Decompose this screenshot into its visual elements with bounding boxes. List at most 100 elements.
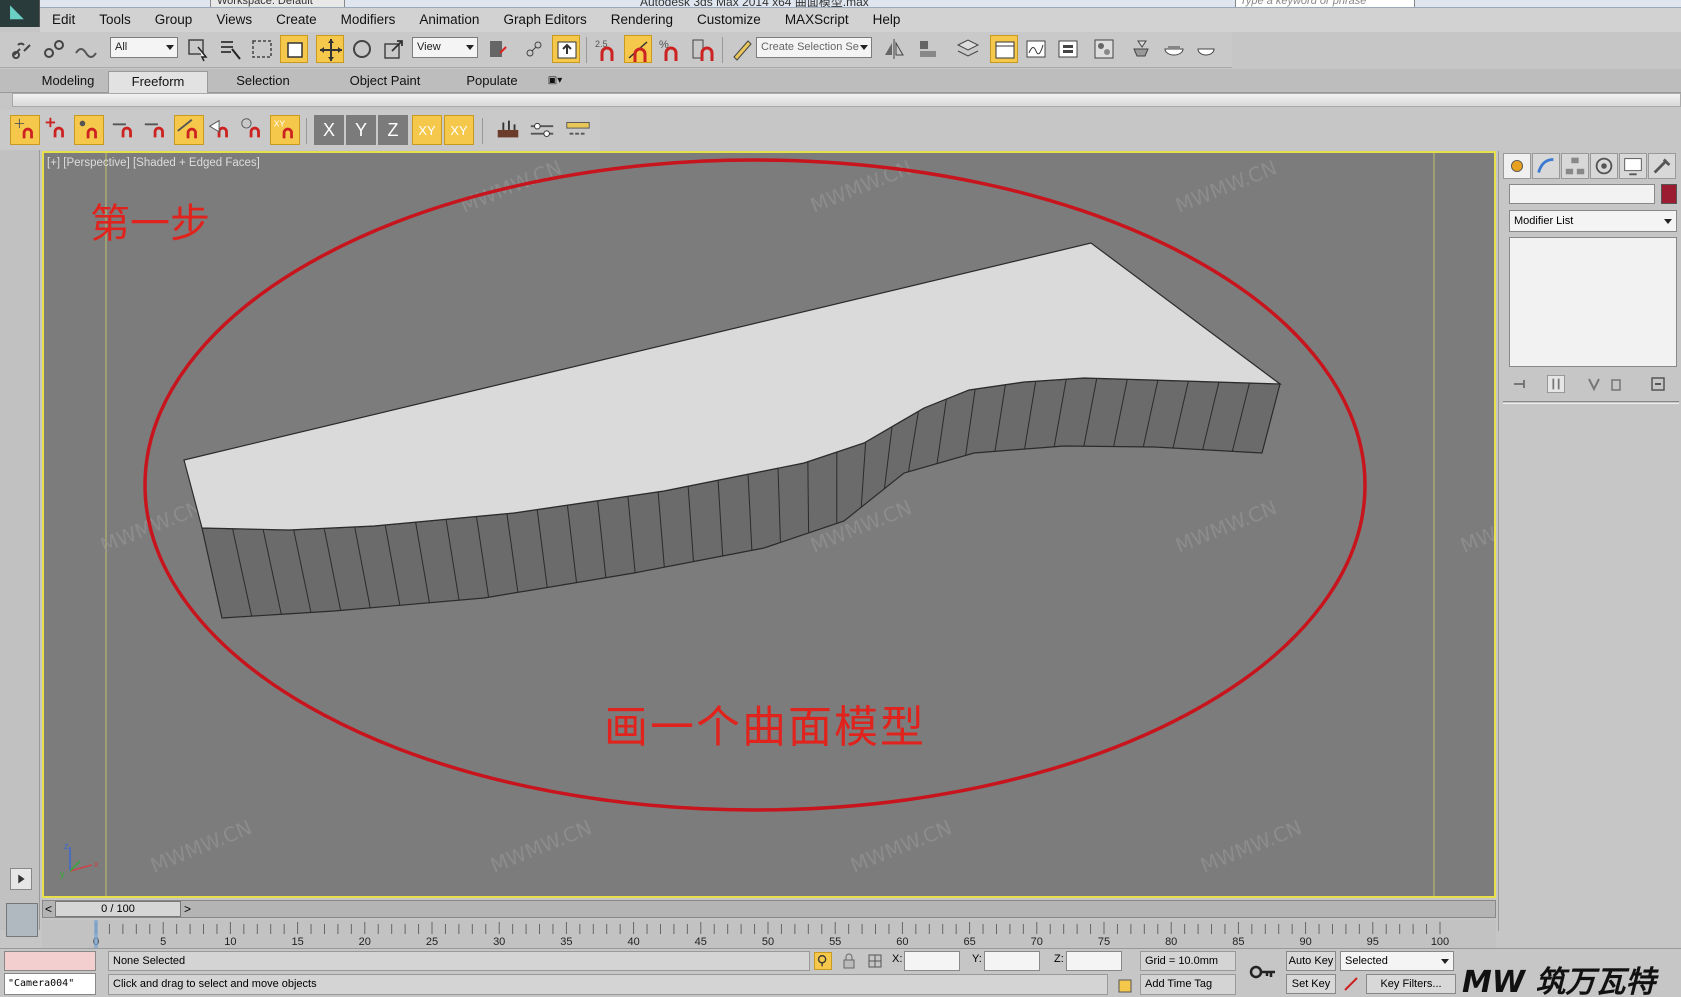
select-manipulate-icon[interactable] xyxy=(520,35,548,63)
show-end-result-icon[interactable] xyxy=(1547,375,1565,393)
isolate-selection-icon[interactable] xyxy=(814,952,832,970)
menu-graph-editors[interactable]: Graph Editors xyxy=(491,8,598,32)
scene-explorer-icon[interactable] xyxy=(990,35,1018,63)
render-production-icon[interactable] xyxy=(1192,35,1220,63)
axis-z-button[interactable]: Z xyxy=(378,115,408,145)
perspective-viewport[interactable]: MWMW.CN MWMW.CN MWMW.CN MWMW.CN MWMW.CN … xyxy=(42,151,1496,898)
menu-customize[interactable]: Customize xyxy=(685,8,773,32)
stack-icon[interactable] xyxy=(494,115,524,145)
render-setup-icon[interactable] xyxy=(1128,35,1156,63)
menu-views[interactable]: Views xyxy=(204,8,264,32)
object-name-field[interactable] xyxy=(1509,184,1655,204)
time-slider[interactable]: < 0 / 100 > xyxy=(42,900,1496,918)
window-crossing-icon[interactable] xyxy=(280,35,308,63)
motion-panel-icon[interactable] xyxy=(1590,153,1618,179)
configure-modifier-sets-icon[interactable] xyxy=(1649,375,1667,393)
tab-object-paint[interactable]: Object Paint xyxy=(330,71,440,93)
time-slider-next[interactable]: > xyxy=(184,901,191,917)
layer-manager-icon[interactable] xyxy=(954,35,982,63)
maxscript-mini-listener[interactable] xyxy=(4,951,96,971)
menu-animation[interactable]: Animation xyxy=(407,8,491,32)
select-by-name-icon[interactable] xyxy=(216,35,244,63)
rectangular-selection-icon[interactable] xyxy=(248,35,276,63)
spinner-snap-icon[interactable] xyxy=(688,35,716,63)
menu-create[interactable]: Create xyxy=(264,8,329,32)
key-filters-button[interactable]: Key Filters... xyxy=(1366,974,1456,994)
select-and-scale-icon[interactable] xyxy=(380,35,408,63)
vertex-snap-icon[interactable] xyxy=(74,115,104,145)
x-coordinate-field[interactable] xyxy=(904,951,960,971)
menu-rendering[interactable]: Rendering xyxy=(599,8,685,32)
time-tag-icon[interactable] xyxy=(1116,977,1134,995)
grid-points-snap-icon[interactable] xyxy=(10,115,40,145)
workspace-selector[interactable]: Workspace: Default xyxy=(210,0,345,7)
named-selection-dropdown[interactable]: Create Selection Se xyxy=(756,37,872,58)
select-and-move-icon[interactable] xyxy=(316,35,344,63)
search-input[interactable]: Type a keyword or phrase xyxy=(1235,0,1415,7)
center-face-snap-icon[interactable] xyxy=(238,115,268,145)
tab-modeling[interactable]: Modeling xyxy=(28,71,108,93)
make-unique-icon[interactable] xyxy=(1585,375,1603,393)
mirror-icon[interactable] xyxy=(880,35,908,63)
hierarchy-panel-icon[interactable] xyxy=(1561,153,1589,179)
midpoint-snap-icon[interactable] xyxy=(174,115,204,145)
schematic-view-icon[interactable] xyxy=(1054,35,1082,63)
create-panel-icon[interactable] xyxy=(1503,153,1531,179)
key-mode-dropdown[interactable]: Selected xyxy=(1340,951,1454,971)
time-slider-prev[interactable]: < xyxy=(45,901,52,917)
rendered-frame-window-icon[interactable] xyxy=(1160,35,1188,63)
absolute-mode-icon[interactable] xyxy=(866,952,884,970)
set-key-button[interactable]: Set Key xyxy=(1286,974,1336,994)
tab-selection[interactable]: Selection xyxy=(218,71,308,93)
axis-xy-snap-button[interactable]: XY xyxy=(444,115,474,145)
snap-xy-plane-icon[interactable]: XY xyxy=(270,115,300,145)
edge-snap-icon[interactable] xyxy=(142,115,172,145)
axis-y-button[interactable]: Y xyxy=(346,115,376,145)
axis-xy-button[interactable]: XY xyxy=(412,115,442,145)
ribbon-options-icon[interactable]: ▣▾ xyxy=(540,71,570,93)
auto-key-button[interactable]: Auto Key xyxy=(1286,951,1336,971)
reference-coordinate-dropdown[interactable]: View xyxy=(412,37,478,58)
pin-stack-icon[interactable] xyxy=(1511,375,1529,393)
menu-edit[interactable]: Edit xyxy=(40,8,87,32)
unlink-icon[interactable] xyxy=(40,35,68,63)
play-icon[interactable] xyxy=(10,868,32,890)
bind-space-warp-icon[interactable] xyxy=(72,35,100,63)
link-icon[interactable] xyxy=(8,35,36,63)
axis-x-button[interactable]: X xyxy=(314,115,344,145)
time-slider-thumb[interactable]: 0 / 100 xyxy=(55,901,181,917)
face-snap-icon[interactable] xyxy=(206,115,236,145)
percent-snap-icon[interactable]: % xyxy=(656,35,684,63)
select-and-rotate-icon[interactable] xyxy=(348,35,376,63)
modifier-stack[interactable] xyxy=(1509,237,1677,367)
select-object-icon[interactable] xyxy=(184,35,212,63)
tab-freeform[interactable]: Freeform xyxy=(108,71,208,93)
remove-modifier-icon[interactable] xyxy=(1607,375,1625,393)
y-coordinate-field[interactable] xyxy=(984,951,1040,971)
utilities-panel-icon[interactable] xyxy=(1648,153,1676,179)
menu-maxscript[interactable]: MAXScript xyxy=(773,8,861,32)
z-coordinate-field[interactable] xyxy=(1066,951,1122,971)
track-bar[interactable]: 0510152025303540455055606570758085909510… xyxy=(42,920,1496,948)
slider-icon[interactable] xyxy=(528,115,558,145)
key-filter-icon[interactable] xyxy=(1342,975,1360,993)
add-time-tag[interactable]: Add Time Tag xyxy=(1140,974,1236,995)
maxscript-output[interactable]: "Camera004" xyxy=(4,973,96,995)
menu-help[interactable]: Help xyxy=(861,8,913,32)
curve-editor-icon[interactable] xyxy=(1022,35,1050,63)
keyboard-shortcut-override-icon[interactable] xyxy=(552,35,580,63)
set-keys-icon[interactable] xyxy=(1248,959,1278,985)
selection-filter-dropdown[interactable]: All xyxy=(110,37,178,58)
endpoint-snap-icon[interactable] xyxy=(110,115,140,145)
menu-tools[interactable]: Tools xyxy=(87,8,143,32)
menu-modifiers[interactable]: Modifiers xyxy=(329,8,408,32)
ruler-icon[interactable] xyxy=(564,115,594,145)
material-editor-icon[interactable] xyxy=(1090,35,1118,63)
viewport-label[interactable]: [+] [Perspective] [Shaded + Edged Faces] xyxy=(47,157,260,169)
application-button[interactable]: ◣ xyxy=(0,0,40,27)
lock-icon[interactable] xyxy=(840,952,858,970)
display-panel-icon[interactable] xyxy=(1619,153,1647,179)
snaps-toggle-icon[interactable]: 2.5 xyxy=(592,35,620,63)
menu-group[interactable]: Group xyxy=(143,8,205,32)
edit-named-selection-icon[interactable] xyxy=(728,35,756,63)
